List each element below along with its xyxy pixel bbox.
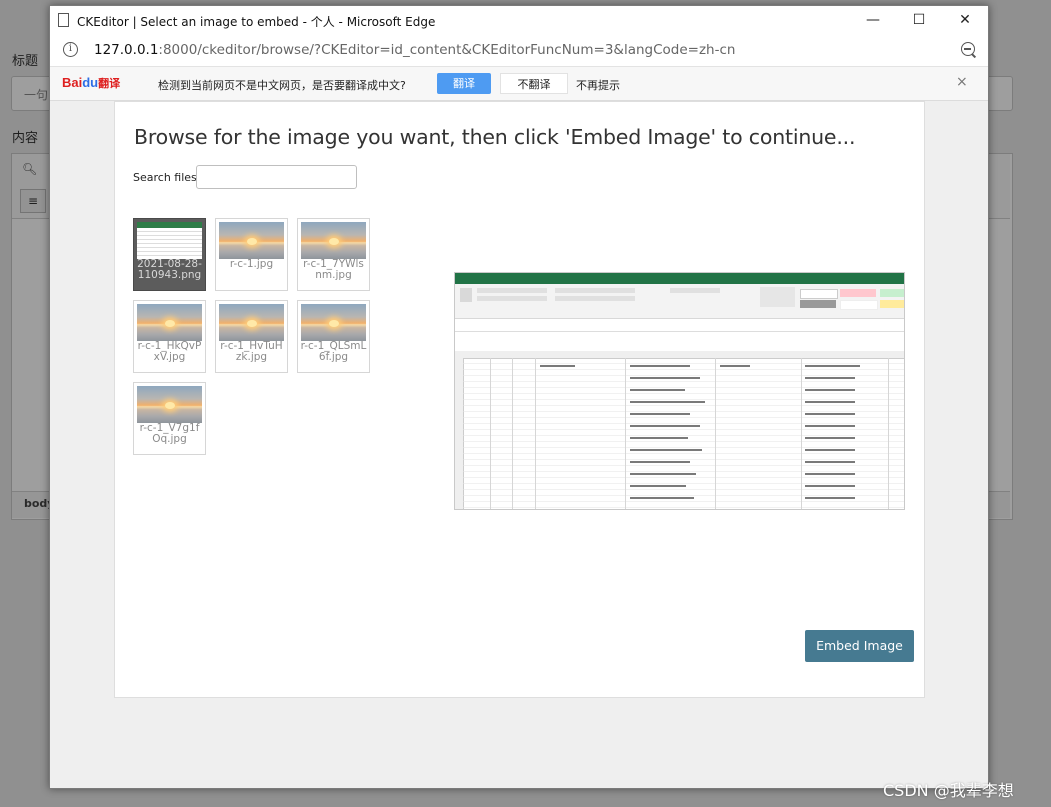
minimize-button[interactable]: — xyxy=(850,6,896,35)
thumbnail-item[interactable]: r-c-1_HvTuHzk.jpg xyxy=(215,300,288,373)
page-icon xyxy=(58,13,69,27)
thumbnail-item[interactable]: r-c-1.jpg xyxy=(215,218,288,291)
translate-bar: Baidu翻译 检测到当前网页不是中文网页，是否要翻译成中文? 翻译 不翻译 不… xyxy=(50,67,988,101)
image-preview xyxy=(454,272,905,510)
thumbnail-caption: r-c-1_HkQvPxV.jpg xyxy=(137,340,202,363)
never-prompt-link[interactable]: 不再提示 xyxy=(576,77,620,93)
thumbnail-image xyxy=(137,386,202,423)
window-title: CKEditor | Select an image to embed - 个人… xyxy=(77,15,436,29)
thumbnail-caption: r-c-1_QLSmL6f.jpg xyxy=(300,340,367,363)
baidu-translate-logo: Baidu翻译 xyxy=(62,75,121,90)
spreadsheet-ribbon xyxy=(455,284,904,319)
translate-button[interactable]: 翻译 xyxy=(437,73,491,94)
thumbnail-item[interactable]: 2021-08-28-110943.png xyxy=(133,218,206,291)
spreadsheet-cells xyxy=(463,358,904,509)
address-bar[interactable]: i 127.0.0.1:8000/ckeditor/browse/?CKEdit… xyxy=(50,35,988,67)
translate-message: 检测到当前网页不是中文网页，是否要翻译成中文? xyxy=(158,79,406,92)
thumbnail-caption: 2021-08-28-110943.png xyxy=(137,258,202,281)
search-input[interactable] xyxy=(196,165,357,189)
thumbnail-image xyxy=(219,222,284,259)
thumbnail-item[interactable]: r-c-1_QLSmL6f.jpg xyxy=(297,300,370,373)
window-titlebar[interactable]: CKEditor | Select an image to embed - 个人… xyxy=(50,6,988,35)
thumbnail-image xyxy=(301,304,366,341)
thumbnail-item[interactable]: r-c-1_V7g1fOq.jpg xyxy=(133,382,206,455)
embed-image-button[interactable]: Embed Image xyxy=(805,630,914,662)
thumbnail-image xyxy=(137,222,202,259)
thumbnail-item[interactable]: r-c-1_7YWlsnm.jpg xyxy=(297,218,370,291)
info-icon[interactable]: i xyxy=(63,42,78,57)
thumbnail-caption: r-c-1_7YWlsnm.jpg xyxy=(303,258,364,281)
thumbnail-caption: r-c-1.jpg xyxy=(229,258,274,270)
maximize-button[interactable]: ☐ xyxy=(896,6,942,35)
thumbnail-caption: r-c-1_HvTuHzk.jpg xyxy=(220,340,283,363)
close-window-button[interactable]: ✕ xyxy=(942,6,988,35)
translate-close-icon[interactable]: × xyxy=(956,74,968,90)
url-host: 127.0.0.1 xyxy=(94,42,159,58)
image-browser-panel: Browse for the image you want, then clic… xyxy=(114,101,925,698)
thumbnail-caption: r-c-1_V7g1fOq.jpg xyxy=(139,422,200,445)
thumbnail-image xyxy=(219,304,284,341)
spreadsheet-ribbon-tabs xyxy=(455,273,904,284)
url-path: :8000/ckeditor/browse/?CKEditor=id_conte… xyxy=(158,42,736,58)
search-label: Search files: xyxy=(133,171,201,184)
thumbnail-image xyxy=(137,304,202,341)
page-heading: Browse for the image you want, then clic… xyxy=(134,125,856,149)
no-translate-button[interactable]: 不翻译 xyxy=(500,73,568,94)
formula-bar xyxy=(455,321,904,332)
watermark: CSDN @我辈李想 xyxy=(883,781,1014,800)
popup-window: CKEditor | Select an image to embed - 个人… xyxy=(49,5,989,789)
thumbnail-item[interactable]: r-c-1_HkQvPxV.jpg xyxy=(133,300,206,373)
url-text[interactable]: 127.0.0.1:8000/ckeditor/browse/?CKEditor… xyxy=(94,42,735,58)
thumbnail-image xyxy=(301,222,366,259)
zoom-out-icon[interactable] xyxy=(961,42,975,56)
